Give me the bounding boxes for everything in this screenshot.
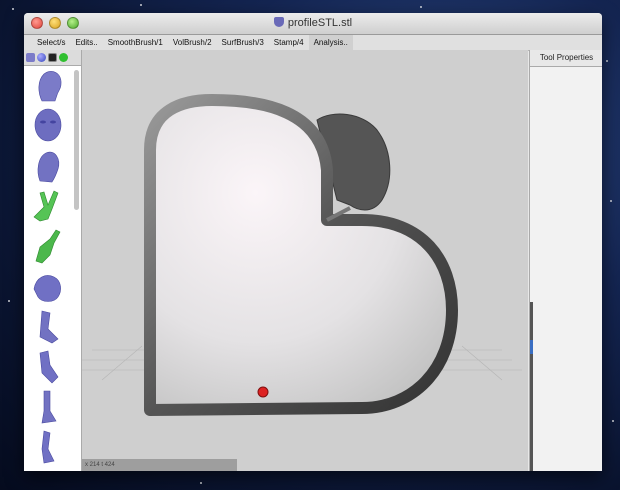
thumbnail-foot[interactable] bbox=[28, 387, 68, 425]
menu-bar: Select/s Edits.. SmoothBrush/1 VolBrush/… bbox=[24, 35, 602, 51]
brush-icon[interactable] bbox=[26, 53, 35, 62]
thumbnail-figure[interactable] bbox=[28, 427, 68, 465]
thumbnail-hand-peace[interactable] bbox=[28, 187, 68, 225]
thumbnail-hand-point[interactable] bbox=[28, 227, 68, 265]
sculpt-object-heart bbox=[144, 94, 458, 416]
menu-analysis[interactable]: Analysis.. bbox=[308, 35, 353, 50]
thumbnail-torso[interactable] bbox=[28, 267, 68, 305]
thumbnail-head-profile[interactable] bbox=[28, 67, 68, 105]
library-scrollbar[interactable] bbox=[74, 70, 79, 210]
menu-stamp[interactable]: Stamp/4 bbox=[269, 35, 309, 50]
model-thumbnails bbox=[24, 65, 72, 471]
thumbnail-leg[interactable] bbox=[28, 307, 68, 345]
menu-surf-brush[interactable]: SurfBrush/3 bbox=[217, 35, 269, 50]
document-icon bbox=[273, 17, 284, 27]
tool-properties-header: Tool Properties bbox=[530, 50, 602, 67]
menu-select[interactable]: Select/s bbox=[32, 35, 70, 50]
menu-vol-brush[interactable]: VolBrush/2 bbox=[168, 35, 217, 50]
title-bar: profileSTL.stl bbox=[24, 13, 602, 35]
thumbnail-face-front[interactable] bbox=[28, 107, 68, 145]
menu-smooth-brush[interactable]: SmoothBrush/1 bbox=[103, 35, 168, 50]
tool-properties-panel: Tool Properties bbox=[529, 50, 602, 471]
properties-scrollbar-track[interactable] bbox=[530, 302, 533, 471]
3d-viewport[interactable]: x 214 t 424 bbox=[82, 50, 528, 471]
properties-scrollbar-thumb[interactable] bbox=[530, 340, 533, 354]
library-tabs bbox=[24, 50, 81, 66]
menu-edits[interactable]: Edits.. bbox=[70, 35, 102, 50]
coordinate-status: x 214 t 424 bbox=[82, 459, 237, 471]
app-window: profileSTL.stl Select/s Edits.. SmoothBr… bbox=[24, 13, 602, 471]
model-library-panel bbox=[24, 50, 82, 471]
window-title: profileSTL.stl bbox=[287, 17, 353, 29]
sphere-icon[interactable] bbox=[37, 53, 46, 62]
brush-cursor-marker bbox=[257, 386, 269, 398]
square-icon[interactable] bbox=[48, 53, 57, 62]
thumbnail-head-side[interactable] bbox=[28, 147, 68, 185]
scene-canvas[interactable] bbox=[82, 50, 528, 471]
gem-icon[interactable] bbox=[59, 53, 68, 62]
thumbnail-arm[interactable] bbox=[28, 347, 68, 385]
